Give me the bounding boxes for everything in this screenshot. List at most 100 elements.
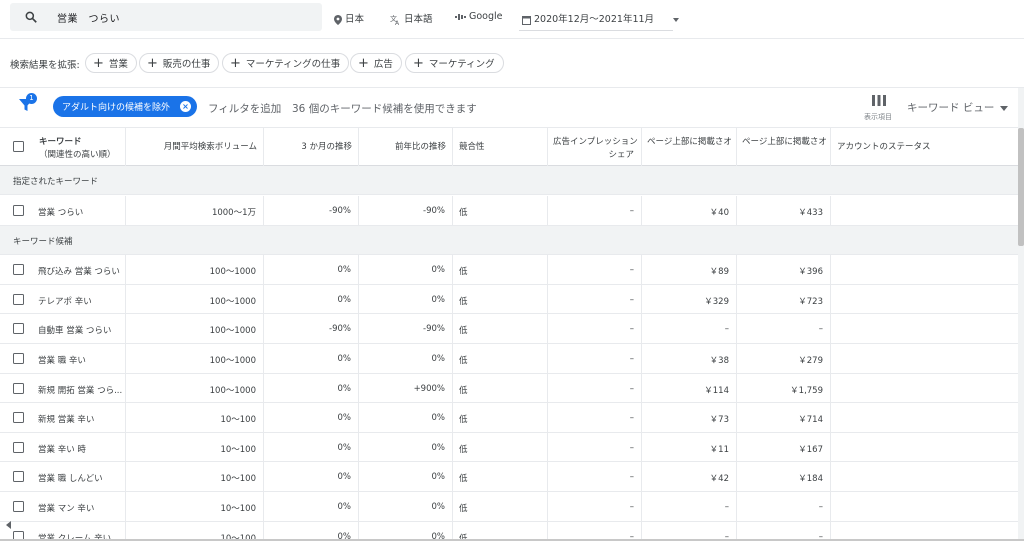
cell-three: 0%: [264, 344, 359, 373]
date-range-label: 2020年12月～2021年11月: [534, 14, 655, 25]
table-row[interactable]: 自動車 営業 つらい 100～1000 -90% -90% 低 – – –: [0, 314, 1018, 344]
table-row[interactable]: 営業 マン 辛い 10～100 0% 0% 低 – – –: [0, 492, 1018, 522]
cell-value: –: [818, 324, 823, 335]
network-selector[interactable]: Google: [455, 11, 503, 22]
cell-low: ￥38: [642, 344, 737, 373]
cell-low: –: [642, 314, 737, 344]
cell-yoy: 0%: [359, 344, 453, 373]
cell-share: –: [548, 373, 642, 403]
cell-value: 新規 営業 辛い: [38, 415, 95, 426]
cell-keyword: 新規 開拓 営業 つら...: [0, 373, 126, 403]
cell-value: 0%: [431, 502, 446, 512]
header-three-month[interactable]: 3 か月の推移: [264, 128, 359, 166]
cell-value: 0%: [337, 294, 352, 305]
row-checkbox[interactable]: [13, 501, 24, 512]
cell-value: –: [818, 502, 823, 512]
header-competition[interactable]: 競合性: [453, 128, 548, 166]
table-row[interactable]: 営業 つらい 1000～1万 -90% -90% 低 – ￥40 ￥433: [0, 196, 1018, 226]
search-box[interactable]: 営業 つらい: [10, 3, 322, 31]
cell-status: [831, 285, 1018, 314]
table-row[interactable]: 新規 営業 辛い 10～100 0% 0% 低 – ￥73 ￥714: [0, 403, 1018, 433]
section-keyword-ideas: キーワード候補: [0, 225, 1018, 255]
cell-value: 0%: [337, 413, 352, 424]
select-all-checkbox[interactable]: [13, 141, 24, 152]
table-row[interactable]: 営業 職 辛い 100～1000 0% 0% 低 – ￥38 ￥279: [0, 344, 1018, 374]
close-icon[interactable]: ×: [180, 101, 191, 112]
columns-icon[interactable]: [872, 95, 886, 106]
row-checkbox[interactable]: [13, 353, 24, 364]
table-row[interactable]: 飛び込み 営業 つらい 100～1000 0% 0% 低 – ￥89 ￥396: [0, 255, 1018, 285]
row-checkbox[interactable]: [13, 412, 24, 424]
date-range-selector[interactable]: 2020年12月～2021年11月: [522, 11, 680, 25]
row-checkbox[interactable]: [13, 205, 24, 216]
broaden-chip[interactable]: + マーケティング: [405, 53, 504, 73]
row-checkbox[interactable]: [13, 471, 24, 483]
cell-value: –: [629, 354, 634, 364]
row-checkbox[interactable]: [13, 382, 24, 394]
cell-value: -90%: [329, 324, 351, 335]
header-yoy[interactable]: 前年比の推移: [359, 128, 453, 166]
language-selector[interactable]: 文 A 日本語: [390, 11, 433, 25]
cell-value: ￥42: [709, 474, 729, 485]
search-query[interactable]: 営業 つらい: [57, 10, 120, 25]
translate-icon: 文A: [390, 15, 400, 25]
view-selector[interactable]: キーワード ビュー: [907, 100, 1009, 115]
cell-value: 0%: [431, 294, 446, 305]
cell-yoy: 0%: [359, 284, 453, 314]
cell-avg: 100～1000: [126, 373, 264, 403]
row-checkbox[interactable]: [13, 264, 24, 276]
header-keyword[interactable]: キーワード （関連性の高い順）: [0, 128, 126, 166]
cell-status: [831, 462, 1018, 491]
section-label: 指定されたキーワード: [13, 177, 99, 187]
header-impression-share[interactable]: 広告インプレッション シェア: [548, 128, 642, 166]
table-row[interactable]: テレアポ 辛い 100～1000 0% 0% 低 – ￥329 ￥723: [0, 284, 1018, 315]
cell-value: 自動車 営業 つらい: [38, 326, 112, 337]
add-filter-button[interactable]: フィルタを追加: [208, 101, 281, 116]
header-top-bid-low[interactable]: ページ上部に掲載さオ: [642, 128, 737, 166]
broaden-chip[interactable]: + マーケティングの仕事: [222, 53, 350, 73]
cell-comp: 低: [453, 344, 548, 373]
cell-value: 低: [459, 356, 468, 366]
cell-high: ￥1,759: [737, 373, 831, 403]
cell-low: ￥42: [642, 462, 737, 492]
cell-avg: 100～1000: [126, 344, 264, 373]
active-filter-chip[interactable]: アダルト向けの候補を除外 ×: [53, 96, 197, 117]
header-keyword-sublabel: （関連性の高い順）: [39, 150, 116, 160]
chip-label: 広告: [373, 59, 393, 70]
top-bar: 営業 つらい 日本 文 A 日本語 Google 2020年12月～2021年11月: [0, 0, 1024, 38]
location-selector[interactable]: 日本: [334, 11, 364, 25]
broaden-chip[interactable]: + 広告: [350, 53, 402, 73]
cell-yoy: 0%: [359, 462, 453, 492]
cell-yoy: -90%: [359, 314, 453, 344]
cell-value: 10～100: [220, 474, 256, 485]
row-checkbox[interactable]: [13, 323, 24, 335]
broaden-chip[interactable]: + 営業: [85, 53, 137, 73]
broaden-chip[interactable]: + 販売の仕事: [139, 53, 220, 73]
svg-text:A: A: [395, 20, 400, 25]
header-avg-searches[interactable]: 月間平均検索ボリューム: [126, 128, 264, 166]
header-top-bid-high[interactable]: ページ上部に掲載さオ: [737, 128, 831, 166]
cell-value: ￥279: [798, 356, 823, 366]
cell-value: 0%: [431, 442, 446, 453]
cell-value: ￥396: [798, 267, 823, 278]
table-row[interactable]: 営業 職 しんどい 10～100 0% 0% 低 – ￥42 ￥184: [0, 462, 1018, 492]
cell-status: [831, 344, 1018, 373]
scrollbar-thumb[interactable]: [1018, 128, 1024, 246]
row-checkbox[interactable]: [13, 441, 24, 453]
cell-high: ￥723: [737, 284, 831, 314]
chip-label: マーケティングの仕事: [245, 59, 341, 70]
table-row[interactable]: 営業 辛い 時 10～100 0% 0% 低 – ￥11 ￥167: [0, 432, 1018, 463]
cell-status: [831, 492, 1018, 521]
cell-value: 低: [459, 385, 468, 396]
header-account-status[interactable]: アカウントのステータス: [831, 128, 1018, 166]
cell-three: -90%: [264, 314, 359, 344]
scroll-left-arrow-icon[interactable]: [0, 515, 20, 535]
row-checkbox[interactable]: [13, 293, 24, 305]
cell-status: [831, 255, 1018, 284]
location-pin-icon: [334, 14, 342, 25]
cell-share: –: [548, 492, 642, 521]
table-row[interactable]: 新規 開拓 営業 つら... 100～1000 0% +900% 低 – ￥114 ￥1,75…: [0, 373, 1018, 404]
cell-value: ￥433: [798, 208, 823, 218]
cell-avg: 100～1000: [126, 255, 264, 285]
cell-value: ￥11: [709, 444, 729, 455]
